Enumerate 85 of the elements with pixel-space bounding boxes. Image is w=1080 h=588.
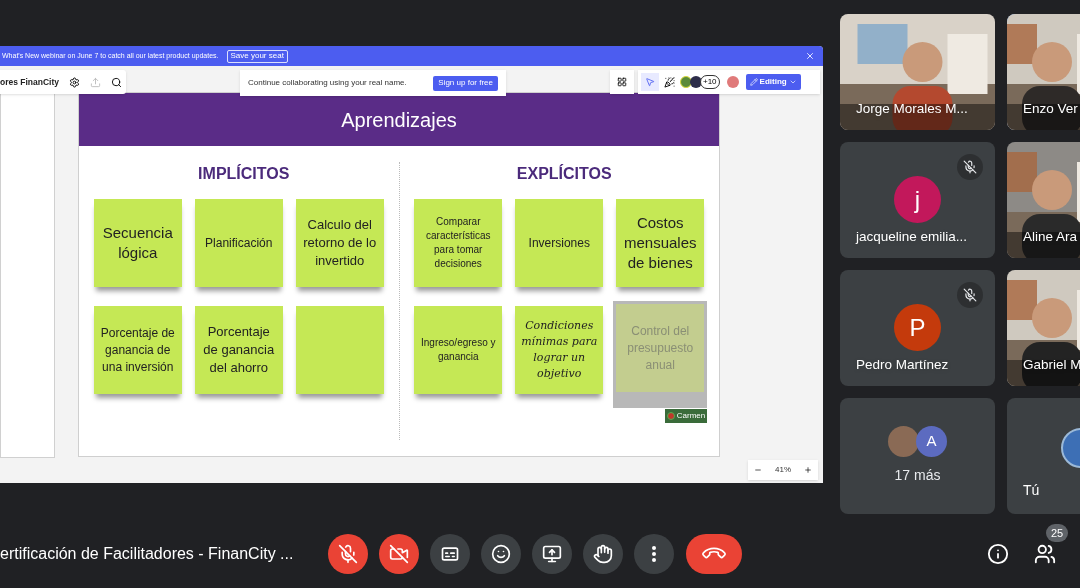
avatar: P bbox=[894, 304, 941, 351]
meeting-title: ertificación de Facilitadores - FinanCity ... bbox=[0, 544, 294, 564]
column-heading: EXPLÍCITOS bbox=[516, 163, 612, 182]
present-button[interactable] bbox=[532, 534, 572, 574]
user-avatar-icon bbox=[680, 76, 692, 88]
note-text: Secuencia lógica bbox=[101, 223, 174, 263]
participant-name: jacqueline emilia... bbox=[856, 227, 968, 246]
settings-icon[interactable] bbox=[69, 76, 81, 88]
hand-icon bbox=[593, 544, 613, 564]
participant-name: 17 más bbox=[893, 466, 942, 485]
microphone-off-icon bbox=[338, 544, 358, 564]
participant-tile[interactable]: j jacqueline emilia... bbox=[840, 142, 995, 258]
emoji-button[interactable] bbox=[481, 534, 521, 574]
note-text: Calculo del retorno de lo invertido bbox=[302, 216, 378, 270]
sticky-note[interactable]: Calculo del retorno de lo invertido bbox=[295, 199, 384, 287]
camera-off-icon bbox=[389, 544, 409, 564]
participant-name: Aline Ara bbox=[1023, 227, 1078, 246]
user-avatar-icon[interactable] bbox=[726, 76, 739, 88]
participant-name: Pedro Martínez bbox=[856, 355, 949, 374]
note-text: Condiciones mínimas para lograr un objetivo bbox=[520, 318, 599, 382]
apps-button[interactable] bbox=[610, 70, 634, 94]
avatar: j bbox=[894, 176, 941, 223]
participant-tile[interactable]: Aline Ara bbox=[1007, 142, 1080, 258]
more-icon bbox=[652, 546, 656, 562]
chevron-down-icon bbox=[788, 78, 797, 86]
note-text: Ingreso/egreso y ganancia bbox=[420, 336, 497, 364]
camera-button[interactable] bbox=[379, 534, 419, 574]
sign-up-button[interactable]: Sign up for free bbox=[433, 75, 498, 91]
user-avatar-icon bbox=[690, 76, 702, 88]
captions-icon bbox=[440, 544, 460, 564]
sticky-note[interactable]: Condiciones mínimas para lograr un objetivo bbox=[515, 306, 604, 394]
note-text: Porcentaje de ganancia del ahorro bbox=[202, 323, 276, 377]
participant-tile[interactable]: A 17 más bbox=[840, 398, 995, 514]
participant-name: Gabriel M bbox=[1023, 355, 1080, 374]
sticky-note[interactable]: Porcentaje de ganancia de una inversión bbox=[93, 306, 182, 394]
note-text: Control del presupuesto anual bbox=[626, 322, 695, 374]
sticky-note[interactable]: Costos mensuales de bienes bbox=[616, 199, 705, 287]
column-heading: IMPLÍCITOS bbox=[198, 163, 290, 182]
zoom-in-icon[interactable] bbox=[803, 466, 812, 474]
zoom-level: 41% bbox=[775, 464, 791, 476]
raise-hand-button[interactable] bbox=[583, 534, 623, 574]
sticky-note[interactable]: Planificación bbox=[194, 199, 283, 287]
screen-upload-icon bbox=[542, 544, 562, 564]
leave-call-button[interactable] bbox=[686, 534, 742, 574]
smiley-icon bbox=[491, 544, 511, 564]
frame-title: Aprendizajes bbox=[341, 107, 457, 133]
participant-tile[interactable]: Gabriel M bbox=[1007, 270, 1080, 386]
pencil-icon bbox=[749, 78, 758, 86]
participant-tile[interactable]: P Pedro Martínez bbox=[840, 270, 995, 386]
info-icon[interactable] bbox=[987, 543, 1009, 565]
note-text: Porcentaje de ganancia de una inversión bbox=[99, 324, 176, 376]
avatar: A bbox=[916, 426, 947, 457]
note-text: Costos mensuales de bienes bbox=[622, 213, 698, 273]
captions-button[interactable] bbox=[430, 534, 470, 574]
people-icon[interactable] bbox=[1034, 543, 1056, 565]
close-icon[interactable] bbox=[805, 51, 815, 61]
more-collaborators[interactable]: +10 bbox=[700, 75, 720, 89]
participant-tile[interactable]: Enzo Ver bbox=[1007, 14, 1080, 130]
sticky-note[interactable]: Inversiones bbox=[515, 199, 604, 287]
participant-tile[interactable]: Jorge Morales M... bbox=[840, 14, 995, 130]
reactions-icon[interactable] bbox=[664, 76, 675, 88]
participant-name: Tú bbox=[1023, 481, 1040, 500]
user-icon bbox=[666, 412, 675, 420]
prompt-text: Continue collaborating using your real name. bbox=[248, 77, 407, 89]
participant-name: Enzo Ver bbox=[1023, 99, 1078, 118]
participant-name: Jorge Morales M... bbox=[856, 99, 968, 118]
participant-count: 25 bbox=[1046, 524, 1069, 542]
search-icon[interactable] bbox=[111, 76, 123, 88]
sticky-note[interactable]: Comparar características para tomar decisiones bbox=[414, 199, 503, 287]
cursor-icon[interactable] bbox=[641, 73, 659, 91]
board-name[interactable]: ores FinanCity bbox=[0, 75, 60, 89]
note-text: Comparar características para tomar decisiones bbox=[425, 215, 492, 271]
more-button[interactable] bbox=[634, 534, 674, 574]
sticky-note[interactable]: Secuencia lógica bbox=[93, 199, 182, 287]
sticky-note[interactable]: Ingreso/egreso y ganancia bbox=[414, 306, 503, 394]
grid-icon bbox=[617, 77, 627, 87]
sticky-note[interactable]: Porcentaje de ganancia del ahorro bbox=[194, 306, 283, 394]
participant-tile[interactable]: Tú bbox=[1007, 398, 1080, 514]
editor-name: Carmen bbox=[676, 410, 706, 422]
microphone-button[interactable] bbox=[328, 534, 368, 574]
note-text: Planificación bbox=[205, 234, 273, 252]
avatar-icon bbox=[888, 426, 919, 457]
editing-mode-button[interactable]: Editing bbox=[745, 74, 801, 90]
save-seat-button[interactable]: Save your seat bbox=[226, 49, 288, 63]
note-text: Inversiones bbox=[528, 234, 590, 252]
